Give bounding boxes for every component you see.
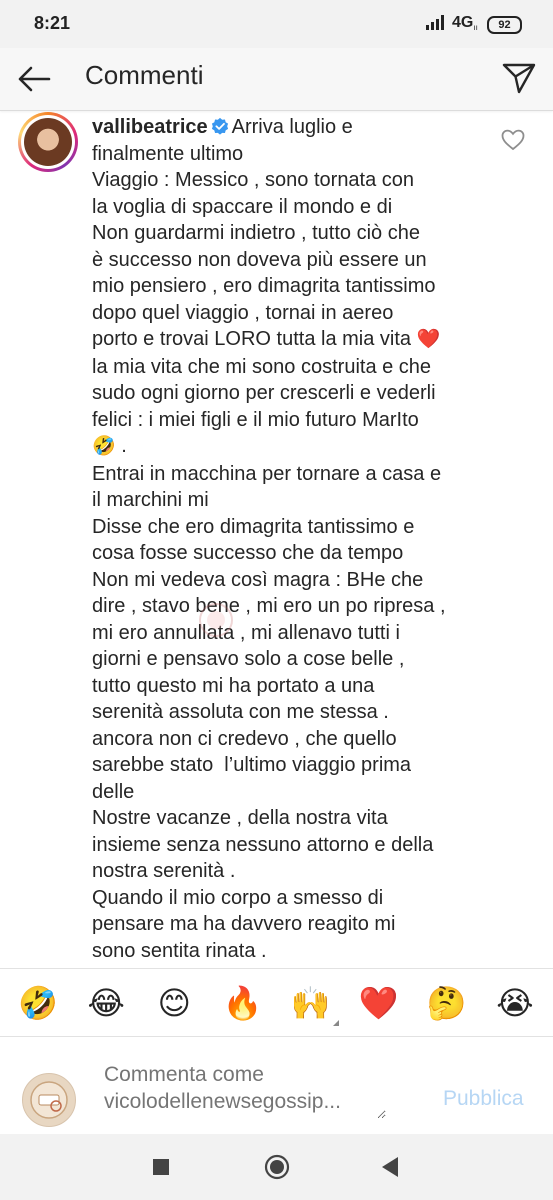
- triangle-back-icon[interactable]: [381, 1156, 399, 1178]
- verified-badge-icon: [211, 117, 228, 135]
- avatar-photo: [24, 118, 72, 166]
- emoji-quick-bar: 🤣 😂 😊 🔥 🙌 ❤️ 🤔 😭: [0, 968, 553, 1036]
- thinking-emoji-button[interactable]: 🤔: [425, 984, 469, 1022]
- battery-indicator: 92: [487, 16, 522, 34]
- status-time: 8:21: [34, 13, 71, 33]
- comment-text-part2: la mia vita che mi sono costruita e che …: [92, 355, 436, 431]
- arrow-left-icon: [18, 66, 51, 92]
- comment-text-part3: . Entrai in macchina per tornare a casa …: [92, 435, 446, 962]
- publish-button[interactable]: Pubblica: [443, 1087, 524, 1111]
- share-button[interactable]: [496, 55, 542, 101]
- heart-outline-icon[interactable]: [500, 128, 526, 152]
- network-sub: ıı: [473, 23, 478, 32]
- heart-emoji-button[interactable]: ❤️: [357, 984, 401, 1022]
- system-nav-bar: [0, 1134, 553, 1200]
- back-button[interactable]: [12, 57, 56, 101]
- raised-hands-emoji: 🙌: [290, 984, 331, 1021]
- status-bar: 8:21 4Gıı 92: [0, 0, 553, 48]
- paper-plane-icon: [502, 63, 536, 94]
- fire-emoji-button[interactable]: 🔥: [220, 984, 264, 1022]
- comment-text-part1: Arriva luglio e finalmente ultimo Viaggi…: [92, 116, 436, 350]
- heart-emoji: ❤️: [416, 329, 441, 350]
- circle-icon[interactable]: [264, 1154, 290, 1180]
- page-title: Commenti: [85, 60, 204, 90]
- joy-emoji-button[interactable]: 😂: [84, 984, 128, 1022]
- comment-input[interactable]: [102, 1059, 386, 1119]
- skin-tone-indicator-icon: [332, 1019, 339, 1026]
- rofl-emoji-button[interactable]: 🤣: [16, 984, 60, 1022]
- smile-emoji-button[interactable]: 😊: [152, 984, 196, 1022]
- comment-username[interactable]: vallibeatrice: [92, 116, 208, 138]
- signal-icon: [426, 15, 444, 30]
- author-avatar[interactable]: [18, 112, 78, 172]
- network-type: 4G: [452, 14, 474, 31]
- app-header: Commenti: [0, 48, 553, 111]
- user-avatar-logo-icon: [30, 1081, 68, 1119]
- comment-body: vallibeatrice Arriva luglio e finalmente …: [92, 114, 492, 964]
- raised-hands-emoji-button[interactable]: 🙌: [289, 984, 339, 1026]
- avatar-border: [21, 115, 75, 169]
- watermark-logo-icon: [199, 603, 233, 637]
- crying-emoji-button[interactable]: 😭: [493, 984, 537, 1022]
- current-user-avatar: [22, 1073, 76, 1127]
- laughing-emoji: 🤣: [92, 436, 116, 457]
- square-icon[interactable]: [153, 1159, 169, 1175]
- comment-composer: Pubblica: [0, 1036, 553, 1135]
- network-indicator: 4Gıı: [452, 14, 478, 32]
